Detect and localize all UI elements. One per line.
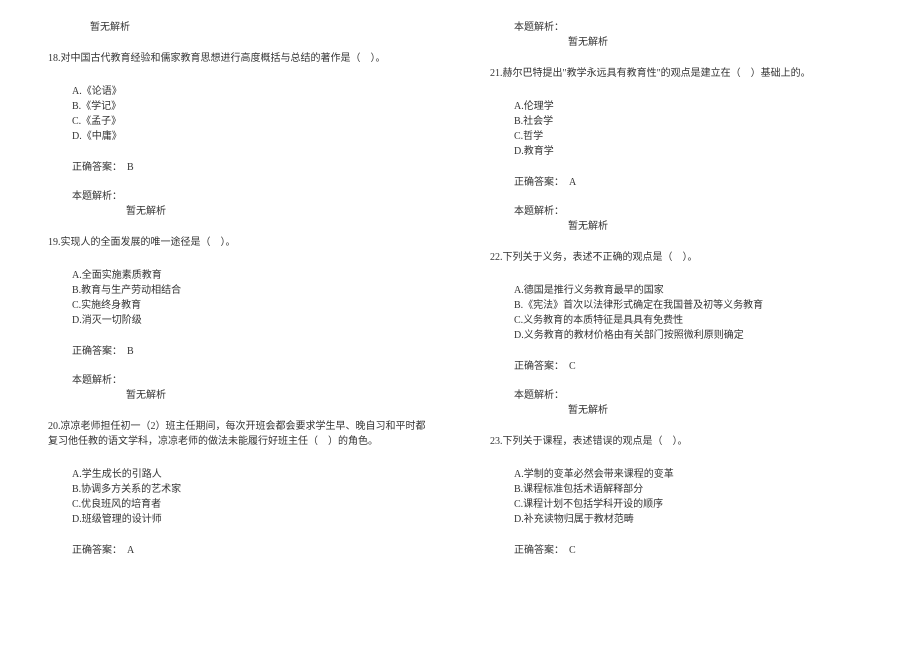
left-column: 暂无解析 18.对中国古代教育经验和儒家教育思想进行高度概括与总结的著作是（ ）… (0, 0, 460, 651)
q23-option-a: A.学制的变革必然会带来课程的变革 (514, 467, 872, 482)
q20-option-b: B.协调多方关系的艺术家 (72, 482, 430, 497)
no-analysis-text: 暂无解析 (90, 18, 430, 33)
q23-option-d: D.补充读物归属于教材范畴 (514, 512, 872, 527)
q18-options: A.《论语》 B.《学记》 C.《孟子》 D.《中庸》 (72, 84, 430, 144)
q19-option-a: A.全面实施素质教育 (72, 268, 430, 283)
q19-option-b: B.教育与生产劳动相结合 (72, 283, 430, 298)
q22-options: A.德国是推行义务教育最早的国家 B.《宪法》首次以法律形式确定在我国普及初等义… (514, 283, 872, 343)
q21-analysis-content: 暂无解析 (568, 217, 872, 232)
question-19: 19.实现人的全面发展的唯一途径是（ ）。 A.全面实施素质教育 B.教育与生产… (48, 235, 430, 401)
q20-options: A.学生成长的引路人 B.协调多方关系的艺术家 C.优良班风的培育者 D.班级管… (72, 467, 430, 527)
question-23: 23.下列关于课程，表述错误的观点是（ ）。 A.学制的变革必然会带来课程的变革… (490, 434, 872, 556)
q23-option-b: B.课程标准包括术语解释部分 (514, 482, 872, 497)
q22-option-d: D.义务教育的教材价格由有关部门按照微利原则确定 (514, 328, 872, 343)
q19-analysis-header: 本题解析： (72, 371, 430, 386)
q18-stem: 18.对中国古代教育经验和儒家教育思想进行高度概括与总结的著作是（ ）。 (48, 51, 430, 66)
q23-answer: 正确答案： C (514, 541, 872, 556)
q23-options: A.学制的变革必然会带来课程的变革 B.课程标准包括术语解释部分 C.课程计划不… (514, 467, 872, 527)
q19-answer: 正确答案： B (72, 342, 430, 357)
q21-answer: 正确答案： A (514, 173, 872, 188)
q18-option-c: C.《孟子》 (72, 114, 430, 129)
top-analysis-content: 暂无解析 (568, 33, 872, 48)
q21-option-c: C.哲学 (514, 129, 872, 144)
q20-option-d: D.班级管理的设计师 (72, 512, 430, 527)
q18-answer: 正确答案： B (72, 158, 430, 173)
q21-option-d: D.教育学 (514, 144, 872, 159)
question-22: 22.下列关于义务，表述不正确的观点是（ ）。 A.德国是推行义务教育最早的国家… (490, 250, 872, 416)
q18-option-b: B.《学记》 (72, 99, 430, 114)
q20-stem: 20.凉凉老师担任初一（2）班主任期间，每次开班会都会要求学生早、晚自习和平时都… (48, 419, 430, 449)
q20-option-a: A.学生成长的引路人 (72, 467, 430, 482)
q21-analysis-header: 本题解析： (514, 202, 872, 217)
q18-analysis-header: 本题解析： (72, 187, 430, 202)
q22-stem: 22.下列关于义务，表述不正确的观点是（ ）。 (490, 250, 872, 265)
q18-analysis-content: 暂无解析 (126, 202, 430, 217)
q22-option-b: B.《宪法》首次以法律形式确定在我国普及初等义务教育 (514, 298, 872, 313)
q19-stem: 19.实现人的全面发展的唯一途径是（ ）。 (48, 235, 430, 250)
q22-option-c: C.义务教育的本质特征是具具有免费性 (514, 313, 872, 328)
right-column: 本题解析： 暂无解析 21.赫尔巴特提出"教学永远具有教育性"的观点是建立在（ … (460, 0, 920, 651)
question-20: 20.凉凉老师担任初一（2）班主任期间，每次开班会都会要求学生早、晚自习和平时都… (48, 419, 430, 556)
q20-option-c: C.优良班风的培育者 (72, 497, 430, 512)
question-21: 21.赫尔巴特提出"教学永远具有教育性"的观点是建立在（ ）基础上的。 A.伦理… (490, 66, 872, 232)
q19-analysis-content: 暂无解析 (126, 386, 430, 401)
q19-option-d: D.消灭一切阶级 (72, 313, 430, 328)
q21-stem: 21.赫尔巴特提出"教学永远具有教育性"的观点是建立在（ ）基础上的。 (490, 66, 872, 81)
q23-option-c: C.课程计划不包括学科开设的顺序 (514, 497, 872, 512)
q22-analysis-header: 本题解析： (514, 386, 872, 401)
q22-answer: 正确答案： C (514, 357, 872, 372)
q18-option-a: A.《论语》 (72, 84, 430, 99)
top-analysis-header: 本题解析： (514, 18, 872, 33)
q19-option-c: C.实施终身教育 (72, 298, 430, 313)
q20-answer: 正确答案： A (72, 541, 430, 556)
q19-options: A.全面实施素质教育 B.教育与生产劳动相结合 C.实施终身教育 D.消灭一切阶… (72, 268, 430, 328)
q21-options: A.伦理学 B.社会学 C.哲学 D.教育学 (514, 99, 872, 159)
q21-option-b: B.社会学 (514, 114, 872, 129)
q23-stem: 23.下列关于课程，表述错误的观点是（ ）。 (490, 434, 872, 449)
question-18: 18.对中国古代教育经验和儒家教育思想进行高度概括与总结的著作是（ ）。 A.《… (48, 51, 430, 217)
q18-option-d: D.《中庸》 (72, 129, 430, 144)
q22-option-a: A.德国是推行义务教育最早的国家 (514, 283, 872, 298)
q22-analysis-content: 暂无解析 (568, 401, 872, 416)
q21-option-a: A.伦理学 (514, 99, 872, 114)
